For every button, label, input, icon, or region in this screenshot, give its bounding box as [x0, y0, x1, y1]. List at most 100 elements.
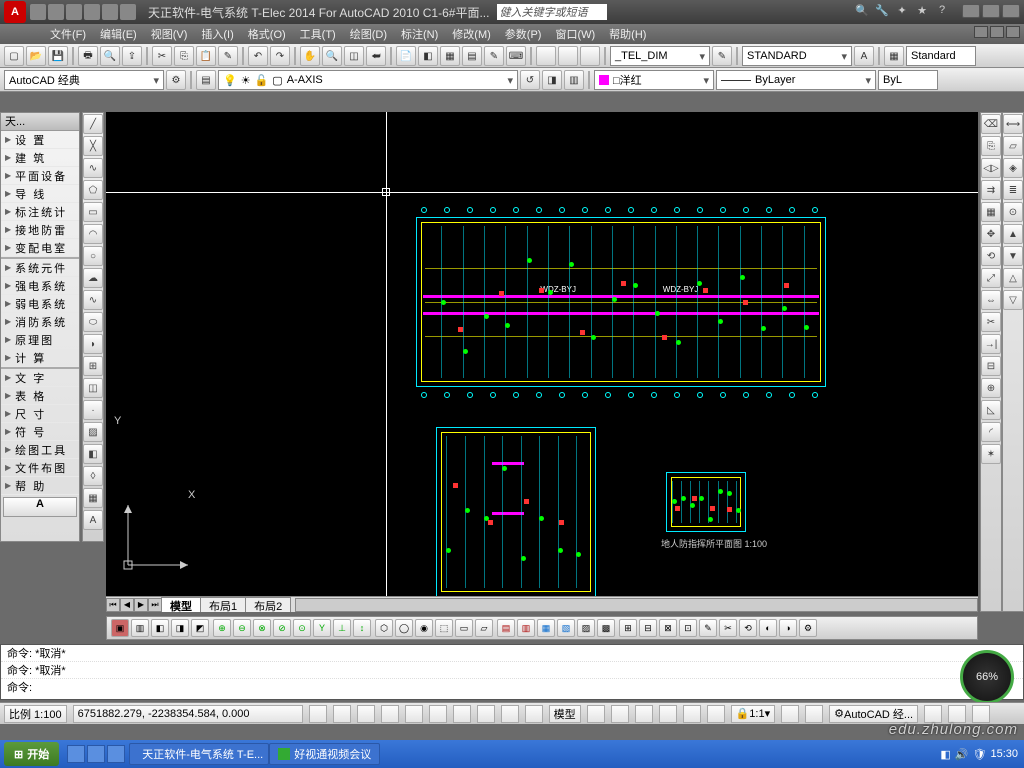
- rotate-button[interactable]: ⟲: [981, 246, 1001, 266]
- tab-layout1[interactable]: 布局1: [200, 597, 246, 612]
- tab-model[interactable]: 模型: [161, 597, 201, 612]
- cmd-input[interactable]: 命令:: [1, 679, 1023, 697]
- distance-button[interactable]: ⟷: [1003, 114, 1023, 134]
- hw-accel-button[interactable]: [948, 705, 966, 723]
- tl-35[interactable]: ⚙: [799, 619, 817, 637]
- tl-1[interactable]: ▣: [111, 619, 129, 637]
- preview-button[interactable]: 🔍: [100, 46, 120, 66]
- lineweight-combo[interactable]: ByL: [878, 70, 938, 90]
- dimstyle-combo[interactable]: _TEL_DIM▾: [610, 46, 710, 66]
- menu-window[interactable]: 窗口(W): [555, 26, 595, 42]
- menu-param[interactable]: 参数(P): [505, 26, 542, 42]
- scale-button[interactable]: ⤢: [981, 268, 1001, 288]
- otrack-toggle[interactable]: [429, 705, 447, 723]
- ellipse-arc-button[interactable]: ◗: [83, 334, 103, 354]
- tablestyle-combo[interactable]: Standard: [906, 46, 976, 66]
- polygon-button[interactable]: ⬠: [83, 180, 103, 200]
- point-button[interactable]: ·: [83, 400, 103, 420]
- arc-button[interactable]: ◠: [83, 224, 103, 244]
- layer-combo[interactable]: 💡 ☀ 🔓 ▢ A-AXIS ▾: [218, 70, 518, 90]
- tl-14[interactable]: ⬡: [375, 619, 393, 637]
- textstyle-combo[interactable]: STANDARD▾: [742, 46, 852, 66]
- sheet-set-button[interactable]: ▤: [462, 46, 482, 66]
- task-autocad[interactable]: 天正软件-电气系统 T-E...: [129, 743, 269, 765]
- start-button[interactable]: ⊞ 开始: [4, 742, 59, 766]
- pan-button[interactable]: ✋: [300, 46, 320, 66]
- copy2-button[interactable]: ⎘: [981, 136, 1001, 156]
- menu-insert[interactable]: 插入(I): [201, 26, 233, 42]
- new-button[interactable]: ▢: [4, 46, 24, 66]
- telec-item-1[interactable]: ▶建 筑: [1, 149, 79, 167]
- qv-layouts-button[interactable]: [587, 705, 605, 723]
- mtext-button[interactable]: A: [83, 510, 103, 530]
- telec-item-12[interactable]: ▶原理图: [1, 331, 79, 349]
- qat-print-icon[interactable]: [120, 4, 136, 20]
- tl-28[interactable]: ⊠: [659, 619, 677, 637]
- qat-redo-icon[interactable]: [102, 4, 118, 20]
- tl-24[interactable]: ▨: [577, 619, 595, 637]
- status-model[interactable]: 模型: [549, 705, 581, 723]
- print-button[interactable]: 🖶: [78, 46, 98, 66]
- grid-toggle[interactable]: [333, 705, 351, 723]
- publish-button[interactable]: ⇪: [122, 46, 142, 66]
- region-mass-button[interactable]: ◈: [1003, 158, 1023, 178]
- telec-item-3[interactable]: ▶导 线: [1, 185, 79, 203]
- list-button[interactable]: ≣: [1003, 180, 1023, 200]
- annovis-toggle[interactable]: [781, 705, 799, 723]
- tl-33[interactable]: ◐: [759, 619, 777, 637]
- tl-7[interactable]: ⊖: [233, 619, 251, 637]
- telec-item-10[interactable]: ▶弱电系统: [1, 295, 79, 313]
- wheel-status-button[interactable]: [683, 705, 701, 723]
- rectangle-button[interactable]: ▭: [83, 202, 103, 222]
- layer-props-button[interactable]: ▤: [196, 70, 216, 90]
- menu-dim[interactable]: 标注(N): [401, 26, 438, 42]
- revcloud-button[interactable]: ☁: [83, 268, 103, 288]
- save-button[interactable]: 💾: [48, 46, 68, 66]
- qat-undo-icon[interactable]: [84, 4, 100, 20]
- app-logo[interactable]: A: [4, 1, 26, 23]
- menu-format[interactable]: 格式(O): [248, 26, 286, 42]
- tl-25[interactable]: ▩: [597, 619, 615, 637]
- tab-next-button[interactable]: ▶: [134, 598, 148, 612]
- copy-button[interactable]: ⎘: [174, 46, 194, 66]
- annoauto-toggle[interactable]: [805, 705, 823, 723]
- tl-3[interactable]: ◧: [151, 619, 169, 637]
- color-combo[interactable]: □洋红▾: [594, 70, 714, 90]
- tl-21[interactable]: ▥: [517, 619, 535, 637]
- telec-collapse-button[interactable]: A: [3, 497, 77, 517]
- telec-item-4[interactable]: ▶标注统计: [1, 203, 79, 221]
- telec-item-5[interactable]: ▶接地防雷: [1, 221, 79, 239]
- tb-c[interactable]: [580, 46, 600, 66]
- telec-item-17[interactable]: ▶尺 寸: [1, 405, 79, 423]
- tl-32[interactable]: ⟲: [739, 619, 757, 637]
- ql-desktop-icon[interactable]: [87, 745, 105, 763]
- erase-button[interactable]: ⌫: [981, 114, 1001, 134]
- menu-edit[interactable]: 编辑(E): [100, 26, 137, 42]
- command-window[interactable]: 命令: *取消* 命令: *取消* 命令:: [0, 644, 1024, 700]
- explode-button[interactable]: ✶: [981, 444, 1001, 464]
- tl-23[interactable]: ▧: [557, 619, 575, 637]
- tl-27[interactable]: ⊟: [639, 619, 657, 637]
- telec-item-19[interactable]: ▶绘图工具: [1, 441, 79, 459]
- undo-button[interactable]: ↶: [248, 46, 268, 66]
- ql-explorer-icon[interactable]: [107, 745, 125, 763]
- xline-button[interactable]: ╳: [83, 136, 103, 156]
- polar-toggle[interactable]: [381, 705, 399, 723]
- status-scale[interactable]: 比例 1:100: [4, 705, 67, 723]
- offset-button[interactable]: ⇉: [981, 180, 1001, 200]
- tl-9[interactable]: ⊘: [273, 619, 291, 637]
- ortho-toggle[interactable]: [357, 705, 375, 723]
- props-button[interactable]: 📄: [396, 46, 416, 66]
- spline-button[interactable]: ∿: [83, 290, 103, 310]
- telec-item-13[interactable]: ▶计 算: [1, 349, 79, 367]
- telec-item-2[interactable]: ▶平面设备: [1, 167, 79, 185]
- maximize-button[interactable]: [982, 4, 1000, 18]
- ql-ie-icon[interactable]: [67, 745, 85, 763]
- osnap-toggle[interactable]: [405, 705, 423, 723]
- design-center-button[interactable]: ◧: [418, 46, 438, 66]
- tl-34[interactable]: ◑: [779, 619, 797, 637]
- help-search-input[interactable]: 健入关键字或短语: [497, 4, 607, 20]
- showmotion-button[interactable]: [707, 705, 725, 723]
- break-button[interactable]: ⊟: [981, 356, 1001, 376]
- tray-icon-1[interactable]: ◧: [940, 748, 950, 761]
